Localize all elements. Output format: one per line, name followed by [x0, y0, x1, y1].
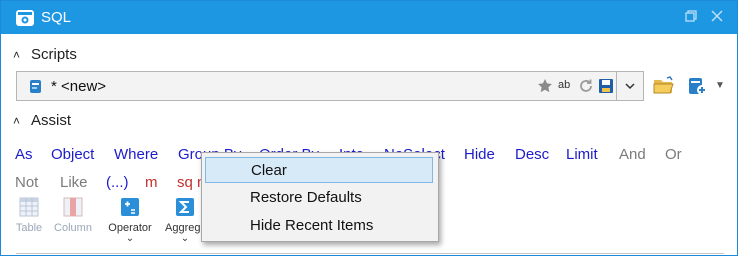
chevron-down-icon: ⌄ — [180, 233, 190, 244]
column-icon — [63, 197, 83, 217]
menu-item-restore-defaults-label: Restore Defaults — [250, 189, 362, 206]
rename-ab-text: ab — [558, 79, 571, 91]
keyword-limit[interactable]: Limit — [566, 146, 598, 163]
new-script-icon[interactable] — [687, 76, 709, 96]
aggregate-button[interactable]: Aggreg ⌄ — [165, 197, 205, 244]
script-file-icon — [30, 80, 41, 93]
keyword-where[interactable]: Where — [114, 146, 158, 163]
keyword-and[interactable]: And — [619, 146, 646, 163]
title-bar: SQL — [1, 1, 737, 34]
menu-item-hide-recent-items[interactable]: Hide Recent Items — [205, 213, 433, 239]
table-icon — [19, 197, 39, 217]
keyword-as[interactable]: As — [15, 146, 33, 163]
assist-section-header[interactable]: ˄ Assist — [13, 112, 71, 129]
table-button-label: Table — [15, 222, 43, 234]
chevron-down-icon: ⌄ — [125, 233, 135, 244]
rename-ab-icon[interactable]: ab — [558, 78, 574, 94]
keyword-hide[interactable]: Hide — [464, 146, 495, 163]
open-folder-icon[interactable] — [653, 76, 675, 96]
keyword-parens[interactable]: (...) — [106, 174, 129, 191]
window-title: SQL — [41, 9, 72, 26]
save-icon[interactable] — [598, 78, 614, 94]
menu-item-restore-defaults[interactable]: Restore Defaults — [205, 185, 433, 211]
collapse-caret-icon: ˄ — [13, 48, 21, 62]
assist-header-label: Assist — [31, 112, 72, 129]
script-selector[interactable]: * <new> ab — [16, 71, 644, 101]
operator-button[interactable]: Operator ⌄ — [105, 197, 155, 244]
script-selector-dropdown[interactable] — [616, 72, 643, 100]
keyword-like[interactable]: Like — [60, 174, 88, 191]
favorite-star-icon[interactable] — [537, 78, 553, 94]
sql-window: SQL ˄ Scripts * <new> ab ▼ ˄ Assist As O… — [0, 0, 738, 256]
column-button-label: Column — [54, 222, 92, 234]
menu-item-clear[interactable]: Clear — [205, 157, 433, 183]
app-icon — [16, 10, 34, 26]
operator-icon — [121, 198, 139, 216]
new-script-dropdown-icon[interactable]: ▼ — [715, 80, 725, 91]
menu-item-hide-recent-items-label: Hide Recent Items — [250, 217, 374, 234]
script-selector-value: * <new> — [51, 78, 107, 95]
editor-top-border — [16, 253, 724, 254]
keyword-m[interactable]: m — [145, 174, 158, 191]
keyword-object[interactable]: Object — [51, 146, 94, 163]
close-icon[interactable] — [709, 9, 725, 25]
keyword-not[interactable]: Not — [15, 174, 38, 191]
refresh-icon[interactable] — [578, 78, 594, 94]
scripts-section-header[interactable]: ˄ Scripts — [13, 46, 77, 63]
context-menu: Clear Restore Defaults Hide Recent Items — [201, 152, 439, 242]
sigma-icon — [176, 198, 194, 216]
keyword-or[interactable]: Or — [665, 146, 682, 163]
column-button[interactable]: Column — [53, 197, 93, 234]
table-button[interactable]: Table — [13, 197, 45, 234]
scripts-header-label: Scripts — [31, 46, 77, 63]
chevron-down-icon — [625, 83, 635, 90]
keyword-desc[interactable]: Desc — [515, 146, 549, 163]
collapse-caret-icon: ˄ — [13, 114, 21, 128]
menu-item-clear-label: Clear — [251, 162, 287, 179]
restore-icon[interactable] — [683, 9, 699, 25]
